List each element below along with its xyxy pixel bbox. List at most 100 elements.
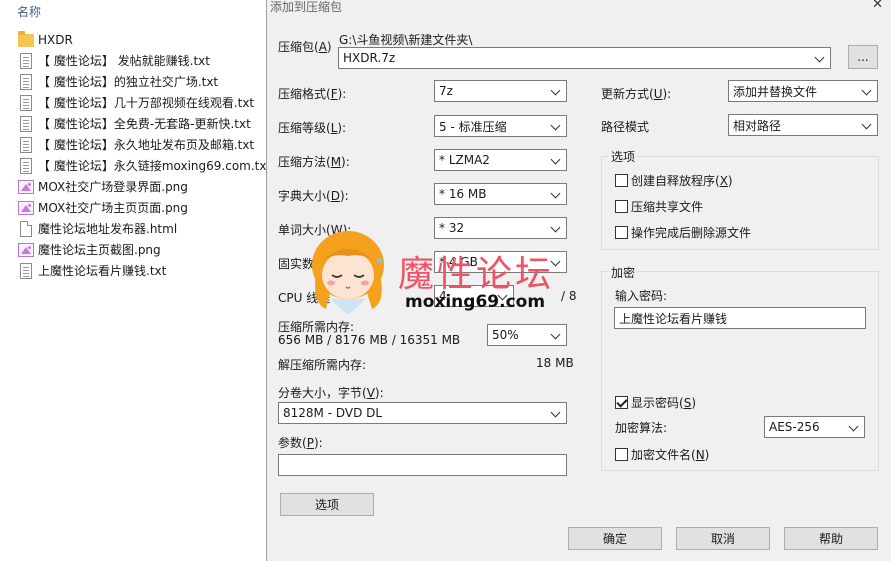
- format-label: 压缩格式(F):: [278, 87, 347, 101]
- threads-select[interactable]: 4: [434, 285, 514, 307]
- file-name: 【 魔性论坛】永久地址发布页及邮箱.txt: [38, 138, 255, 152]
- image-file-icon: [18, 242, 34, 257]
- text-file-icon: [20, 94, 32, 111]
- chevron-down-icon: [861, 85, 873, 97]
- chevron-down-icon: [550, 120, 562, 132]
- volume-select[interactable]: 8128M - DVD DL: [278, 402, 567, 424]
- options-group-title: 选项: [609, 148, 638, 165]
- mem-decompress-label: 解压缩所需内存:: [278, 358, 367, 372]
- mem-compress-detail: 656 MB / 8176 MB / 16351 MB: [278, 333, 461, 347]
- checkbox-box: [615, 226, 628, 239]
- image-file-icon: [18, 179, 34, 194]
- chevron-down-icon: [550, 407, 562, 419]
- path-mode-label: 路径模式: [601, 120, 650, 134]
- close-icon[interactable]: ✕: [872, 0, 883, 12]
- archive-name-combo[interactable]: HXDR.7z: [338, 47, 831, 69]
- update-value: 添加并替换文件: [733, 84, 818, 99]
- volume-label: 分卷大小，字节(V):: [278, 386, 384, 400]
- dict-select[interactable]: * 16 MB: [434, 183, 567, 205]
- encryption-group-title: 加密: [609, 264, 638, 281]
- solid-value: * 4 GB: [439, 255, 478, 269]
- file-item[interactable]: MOX社交广场主页页面.png: [18, 197, 188, 218]
- text-file-icon: [20, 157, 32, 174]
- method-select[interactable]: * LZMA2: [434, 149, 567, 171]
- sfx-checkbox[interactable]: 创建自释放程序(X): [615, 172, 733, 189]
- word-label: 单词大小(W):: [278, 223, 352, 237]
- file-item[interactable]: 【 魔性论坛】几十万部视频在线观看.txt: [18, 92, 254, 113]
- browse-button[interactable]: ...: [848, 45, 878, 69]
- chevron-down-icon: [550, 256, 562, 268]
- level-select[interactable]: 5 - 标准压缩: [434, 115, 567, 137]
- threads-value: 4: [439, 289, 447, 303]
- folder-item[interactable]: HXDR: [18, 29, 73, 50]
- chevron-down-icon: [550, 85, 562, 97]
- file-name: MOX社交广场主页页面.png: [38, 201, 188, 215]
- text-file-icon: [20, 52, 32, 69]
- encryption-method-select[interactable]: AES-256: [764, 416, 865, 438]
- update-label: 更新方式(U):: [601, 87, 672, 101]
- solid-label: 固实数: [278, 257, 315, 271]
- file-name: MOX社交广场登录界面.png: [38, 180, 188, 194]
- file-explorer-pane: 名称 HXDR 【 魔性论坛】 发帖就能赚钱.txt 【 魔性论坛】的独立社交广场.…: [0, 0, 271, 561]
- file-name: 魔性论坛主页截图.png: [38, 243, 161, 257]
- chevron-down-icon: [814, 52, 826, 64]
- file-name: 魔性论坛地址发布器.html: [38, 222, 178, 236]
- column-header-name[interactable]: 名称: [17, 3, 41, 20]
- mem-percent-value: 50%: [492, 328, 519, 342]
- file-item[interactable]: 【 魔性论坛】的独立社交广场.txt: [18, 71, 218, 92]
- threads-label: CPU 线程: [278, 291, 331, 305]
- checkbox-box: [615, 200, 628, 213]
- archive-path: G:\斗鱼视频\新建文件夹\: [339, 33, 473, 47]
- options-button[interactable]: 选项: [280, 493, 374, 516]
- file-item[interactable]: 【 魔性论坛】永久地址发布页及邮箱.txt: [18, 134, 254, 155]
- file-item[interactable]: 魔性论坛主页截图.png: [18, 239, 161, 260]
- cancel-button[interactable]: 取消: [676, 527, 770, 550]
- encryption-method-label: 加密算法:: [615, 421, 668, 435]
- show-password-checkbox[interactable]: 显示密码(S): [615, 394, 696, 411]
- file-item[interactable]: 【 魔性论坛】全免费-无套路-更新快.txt: [18, 113, 251, 134]
- file-item[interactable]: 【 魔性论坛】 发帖就能赚钱.txt: [18, 50, 210, 71]
- solid-select[interactable]: * 4 GB: [434, 251, 567, 273]
- help-button[interactable]: 帮助: [784, 527, 878, 550]
- chevron-down-icon: [861, 119, 873, 131]
- volume-value: 8128M - DVD DL: [283, 406, 383, 420]
- file-item[interactable]: 魔性论坛地址发布器.html: [18, 218, 177, 239]
- chevron-down-icon: [550, 188, 562, 200]
- archive-name-value: HXDR.7z: [343, 51, 396, 65]
- text-file-icon: [20, 262, 32, 279]
- level-label: 压缩等级(L):: [278, 121, 347, 135]
- file-item[interactable]: MOX社交广场登录界面.png: [18, 176, 188, 197]
- shared-files-checkbox[interactable]: 压缩共享文件: [615, 198, 703, 215]
- dict-label: 字典大小(D):: [278, 189, 349, 203]
- update-select[interactable]: 添加并替换文件: [728, 80, 878, 102]
- file-name: 【 魔性论坛】全免费-无套路-更新快.txt: [38, 117, 251, 131]
- file-name: 【 魔性论坛】几十万部视频在线观看.txt: [38, 96, 255, 110]
- image-file-icon: [18, 200, 34, 215]
- folder-icon: [18, 30, 34, 47]
- delete-after-checkbox[interactable]: 操作完成后删除源文件: [615, 224, 751, 241]
- chevron-down-icon: [497, 290, 509, 302]
- method-value: * LZMA2: [439, 153, 490, 167]
- params-input[interactable]: [278, 454, 567, 476]
- checkbox-box: [615, 174, 628, 187]
- chevron-down-icon: [550, 222, 562, 234]
- format-value: 7z: [439, 84, 453, 98]
- mem-percent-select[interactable]: 50%: [487, 324, 567, 346]
- ok-button[interactable]: 确定: [568, 527, 662, 550]
- archive-label: 压缩包(A): [278, 40, 332, 54]
- encrypt-names-checkbox[interactable]: 加密文件名(N): [615, 446, 709, 463]
- path-mode-select[interactable]: 相对路径: [728, 114, 878, 136]
- encryption-method-value: AES-256: [769, 420, 820, 434]
- word-select[interactable]: * 32: [434, 217, 567, 239]
- file-item[interactable]: 上魔性论坛看片赚钱.txt: [18, 260, 166, 281]
- dict-value: * 16 MB: [439, 187, 487, 201]
- threads-total: / 8: [561, 289, 577, 303]
- format-select[interactable]: 7z: [434, 80, 567, 102]
- params-label: 参数(P):: [278, 436, 323, 450]
- file-name: 【 魔性论坛】的独立社交广场.txt: [38, 75, 219, 89]
- method-label: 压缩方法(M):: [278, 155, 350, 169]
- password-input[interactable]: 上魔性论坛看片赚钱: [614, 307, 866, 329]
- file-item[interactable]: 【 魔性论坛】永久链接moxing69.com.txt: [18, 155, 271, 176]
- text-file-icon: [20, 115, 32, 132]
- html-file-icon: [20, 220, 32, 237]
